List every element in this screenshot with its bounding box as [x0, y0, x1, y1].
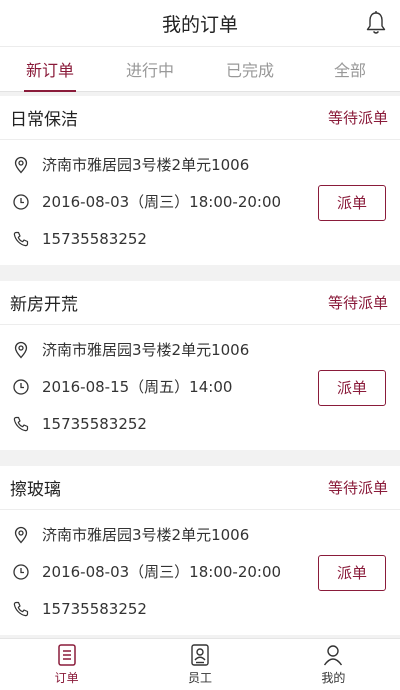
order-card-header: 擦玻璃 等待派单 [0, 466, 400, 510]
tabbar-staff[interactable]: 员工 [133, 639, 266, 690]
phone-row: 15735583252 [0, 590, 400, 627]
order-tabs: 新订单 进行中 已完成 全部 [0, 46, 400, 92]
app-header: 我的订单 [0, 0, 400, 46]
order-card-header: 新房开荒 等待派单 [0, 281, 400, 325]
order-card[interactable]: 新房开荒 等待派单 济南市雅居园3号楼2单元1006 2016-08-15（周五… [0, 281, 400, 450]
order-address: 济南市雅居园3号楼2单元1006 [42, 526, 250, 544]
service-name: 日常保洁 [10, 110, 78, 130]
clock-icon [13, 378, 29, 395]
order-card-body: 济南市雅居园3号楼2单元1006 2016-08-03（周三）18:00-20:… [0, 510, 400, 635]
order-card-header: 日常保洁 等待派单 [0, 96, 400, 140]
tabbar-mine[interactable]: 我的 [267, 639, 400, 690]
phone-icon [13, 231, 29, 246]
bell-icon[interactable] [364, 10, 388, 36]
tabbar-orders-label: 订单 [54, 671, 79, 685]
order-phone: 15735583252 [42, 599, 147, 618]
order-phone: 15735583252 [42, 229, 147, 248]
location-pin-icon [14, 526, 28, 543]
order-time: 2016-08-03（周三）18:00-20:00 [42, 193, 282, 211]
tabbar-orders[interactable]: 订单 [0, 639, 133, 690]
dispatch-button[interactable]: 派单 [318, 554, 386, 591]
order-address: 济南市雅居园3号楼2单元1006 [42, 341, 250, 359]
phone-row: 15735583252 [0, 405, 400, 442]
order-time: 2016-08-03（周三）18:00-20:00 [42, 563, 282, 581]
bottom-tab-bar: 订单 员工 我的 [0, 638, 400, 690]
order-address: 济南市雅居园3号楼2单元1006 [42, 156, 250, 174]
tab-in-progress[interactable]: 进行中 [100, 47, 200, 91]
address-row: 济南市雅居园3号楼2单元1006 [0, 146, 400, 183]
address-row: 济南市雅居园3号楼2单元1006 [0, 331, 400, 368]
tabbar-staff-label: 员工 [187, 671, 212, 685]
service-name: 擦玻璃 [10, 480, 61, 500]
dispatch-button[interactable]: 派单 [318, 184, 386, 221]
order-card-body: 济南市雅居园3号楼2单元1006 2016-08-03（周三）18:00-20:… [0, 140, 400, 265]
clock-icon [13, 563, 29, 580]
order-time: 2016-08-15（周五）14:00 [42, 378, 233, 396]
phone-icon [13, 601, 29, 616]
tab-all[interactable]: 全部 [300, 47, 400, 91]
location-pin-icon [14, 156, 28, 173]
order-icon [57, 644, 76, 666]
service-name: 新房开荒 [10, 295, 78, 315]
address-row: 济南市雅居园3号楼2单元1006 [0, 516, 400, 553]
order-list: 日常保洁 等待派单 济南市雅居园3号楼2单元1006 2016-08-03（周三… [0, 92, 400, 635]
order-card[interactable]: 日常保洁 等待派单 济南市雅居园3号楼2单元1006 2016-08-03（周三… [0, 96, 400, 265]
order-phone: 15735583252 [42, 414, 147, 433]
order-status: 等待派单 [327, 109, 388, 127]
order-status: 等待派单 [327, 294, 388, 312]
phone-row: 15735583252 [0, 220, 400, 257]
tab-completed[interactable]: 已完成 [200, 47, 300, 91]
location-pin-icon [14, 341, 28, 358]
tab-new-orders[interactable]: 新订单 [0, 47, 100, 92]
staff-icon [191, 644, 209, 666]
order-card[interactable]: 擦玻璃 等待派单 济南市雅居园3号楼2单元1006 2016-08-03（周三）… [0, 466, 400, 635]
tabbar-mine-label: 我的 [321, 671, 346, 685]
order-status: 等待派单 [327, 479, 388, 497]
dispatch-button[interactable]: 派单 [318, 369, 386, 406]
clock-icon [13, 193, 29, 210]
order-card-body: 济南市雅居园3号楼2单元1006 2016-08-15（周五）14:00 157… [0, 325, 400, 450]
page-title: 我的订单 [161, 13, 238, 36]
phone-icon [13, 416, 29, 431]
user-icon [324, 645, 343, 666]
